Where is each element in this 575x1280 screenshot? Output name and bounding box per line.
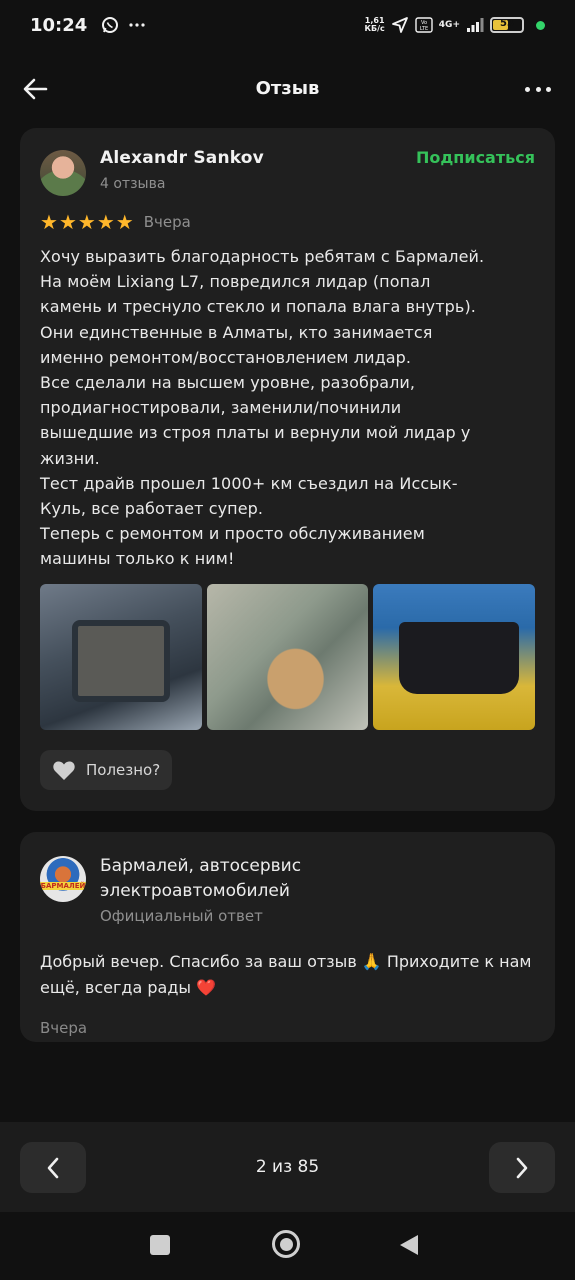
- pager-text: 2 из 85: [255, 1157, 320, 1177]
- review-date: Вчера: [143, 213, 191, 231]
- business-name[interactable]: Бармалей, автосервис электроавтомобилей: [100, 854, 360, 904]
- star-icon: ★: [40, 210, 58, 234]
- reply-card: БАРМАЛЕЙ Бармалей, автосервис электроавт…: [20, 832, 555, 1042]
- review-author: Alexandr Sankov 4 отзыва Подписаться: [40, 148, 535, 196]
- app-bar: Отзыв: [0, 60, 575, 116]
- helpful-button[interactable]: Полезно?: [40, 749, 173, 790]
- page-title: Отзыв: [255, 77, 320, 99]
- previous-review-button[interactable]: [20, 1142, 86, 1193]
- chevron-right-icon: [516, 1157, 528, 1178]
- business-info: Бармалей, автосервис электроавтомобилей …: [100, 854, 360, 925]
- more-icon: [129, 23, 145, 27]
- battery-icon: 53: [490, 17, 524, 33]
- arrow-left-icon[interactable]: [22, 76, 48, 102]
- whatsapp-icon: [102, 17, 119, 33]
- photo-lidar-car[interactable]: [40, 583, 202, 730]
- volte-icon: Vo LTE: [415, 17, 433, 33]
- heart-icon: [53, 761, 75, 780]
- helpful-label: Полезно?: [86, 760, 161, 779]
- back-triangle-icon[interactable]: [398, 1233, 420, 1257]
- star-rating: ★ ★ ★ ★ ★: [40, 212, 134, 232]
- rating-row: ★ ★ ★ ★ ★ Вчера: [40, 212, 535, 232]
- star-icon: ★: [77, 210, 96, 234]
- author-review-count: 4 отзыва: [100, 176, 166, 192]
- review-text: Хочу выразить благодарность ребятам с Ба…: [40, 247, 485, 569]
- avatar[interactable]: [40, 150, 86, 196]
- review-card: Alexandr Sankov 4 отзыва Подписаться ★ ★ ★…: [20, 128, 555, 811]
- net-speed: 1,61 КБ/с: [364, 17, 384, 33]
- home-icon[interactable]: [272, 1230, 300, 1258]
- net-speed-unit: КБ/с: [364, 24, 385, 33]
- author-info: Alexandr Sankov 4 отзыва: [100, 148, 264, 192]
- review-photos: [40, 583, 536, 730]
- status-system-icons: 1,61 КБ/с Vo LTE 4G+ 53: [364, 16, 545, 34]
- chevron-left-icon: [47, 1157, 59, 1178]
- location-icon: [391, 17, 408, 33]
- svg-text:LTE: LTE: [420, 26, 428, 32]
- status-bar: 10:24 1,61 КБ/с Vo LTE 4G+ 53: [0, 0, 575, 50]
- star-icon: ★: [96, 210, 115, 234]
- pager: 2 из 85: [0, 1122, 575, 1212]
- reply-author: БАРМАЛЕЙ Бармалей, автосервис электроавт…: [40, 854, 535, 925]
- star-icon: ★: [115, 210, 134, 234]
- reply-text: Добрый вечер. Спасибо за ваш отзыв 🙏 При…: [40, 952, 532, 997]
- star-icon: ★: [58, 210, 77, 234]
- status-notification-icons: [101, 16, 145, 34]
- status-time: 10:24: [30, 14, 88, 36]
- more-dots-icon[interactable]: [525, 76, 551, 102]
- official-reply-label: Официальный ответ: [100, 907, 263, 925]
- active-indicator-dot: [536, 20, 545, 30]
- battery-text: 53: [500, 18, 514, 29]
- business-logo-text: БАРМАЛЕЙ: [40, 882, 86, 890]
- system-nav-bar: [0, 1212, 575, 1280]
- subscribe-button[interactable]: Подписаться: [416, 148, 535, 167]
- network-type: 4G+: [438, 20, 460, 30]
- reply-date: Вчера: [40, 1019, 88, 1037]
- signal-icon: [467, 18, 484, 32]
- business-logo[interactable]: БАРМАЛЕЙ: [40, 856, 86, 902]
- next-review-button[interactable]: [489, 1142, 555, 1193]
- author-name[interactable]: Alexandr Sankov: [100, 148, 264, 168]
- photo-lidar-module[interactable]: [373, 583, 536, 730]
- photo-lidar-glass[interactable]: [206, 583, 369, 730]
- recent-apps-icon[interactable]: [150, 1235, 170, 1255]
